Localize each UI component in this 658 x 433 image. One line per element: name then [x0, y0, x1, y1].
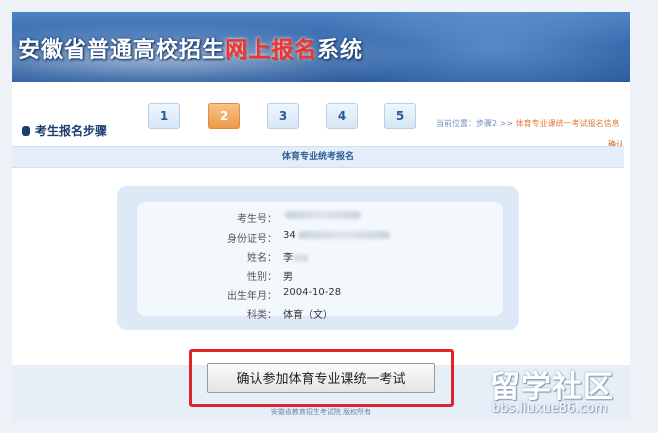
- info-label: 科类：: [247, 310, 277, 321]
- watermark-url: bbs.liuxue86.com: [492, 401, 608, 416]
- watermark-logo-text: 留学社区: [490, 370, 614, 405]
- info-panel-inner: 考生号： 身份证号： 34 姓名： 李 性别： 男 出生年月： 2004-10-…: [137, 202, 503, 321]
- info-label: 性别：: [247, 272, 277, 283]
- info-label: 身份证号：: [227, 234, 277, 245]
- steps-heading: 考生报名步骤: [22, 122, 107, 139]
- watermark: 留学社区 bbs.liuxue86.com: [490, 362, 650, 422]
- site-title-part2: 系统: [317, 38, 364, 63]
- info-label: 出生年月：: [227, 291, 277, 302]
- redacted-value: [297, 231, 390, 239]
- bullet-icon: [22, 125, 30, 136]
- highlight-outline: 确认参加体育专业课统一考试: [189, 349, 454, 407]
- redacted-value: [285, 211, 361, 219]
- step-5[interactable]: 5: [384, 103, 416, 129]
- page-frame: 安徽省普通高校招生网上报名系统 考生报名步骤 1 2 3 4 5 当前位置：步骤…: [12, 12, 630, 421]
- step-1[interactable]: 1: [148, 103, 180, 129]
- site-title: 安徽省普通高校招生网上报名系统: [18, 32, 363, 64]
- info-value: 34: [283, 230, 390, 241]
- info-value: 男: [283, 272, 293, 283]
- site-title-part1: 安徽省普通高校招生: [18, 38, 226, 63]
- site-banner: 安徽省普通高校招生网上报名系统: [12, 12, 630, 82]
- info-label: 考生号：: [237, 214, 277, 225]
- info-value: [283, 210, 361, 221]
- steps-heading-text: 考生报名步骤: [35, 124, 108, 138]
- location-path: 体育专业课统一考试报名信息: [515, 119, 620, 128]
- info-row-name: 姓名： 李: [137, 249, 503, 267]
- steps-bar: 考生报名步骤 1 2 3 4 5 当前位置：步骤2 >> 体育专业课统一考试报名…: [12, 82, 630, 149]
- info-value: 李: [283, 249, 308, 264]
- site-title-highlight: 网上报名: [225, 38, 318, 63]
- step-4[interactable]: 4: [326, 103, 358, 129]
- info-panel: 考生号： 身份证号： 34 姓名： 李 性别： 男 出生年月： 2004-10-…: [117, 186, 519, 330]
- info-label: 姓名：: [247, 253, 277, 264]
- info-row-birth-date: 出生年月： 2004-10-28: [137, 287, 503, 305]
- info-value: 体育（文）: [283, 310, 333, 321]
- info-value: 2004-10-28: [283, 287, 342, 298]
- confirm-exam-button[interactable]: 确认参加体育专业课统一考试: [207, 363, 435, 393]
- location-prefix: 当前位置：步骤2 >>: [436, 119, 516, 128]
- step-2-active[interactable]: 2: [208, 103, 240, 129]
- step-3[interactable]: 3: [267, 103, 299, 129]
- section-title: 体育专业统考报名: [12, 146, 624, 168]
- redacted-value: [294, 254, 308, 262]
- info-row-gender: 性别： 男: [137, 268, 503, 286]
- info-row-candidate-number: 考生号：: [137, 210, 503, 228]
- current-location: 当前位置：步骤2 >> 体育专业课统一考试报名信息: [436, 118, 620, 129]
- info-row-id-number: 身份证号： 34: [137, 230, 503, 248]
- info-row-subject: 科类： 体育（文）: [137, 306, 503, 324]
